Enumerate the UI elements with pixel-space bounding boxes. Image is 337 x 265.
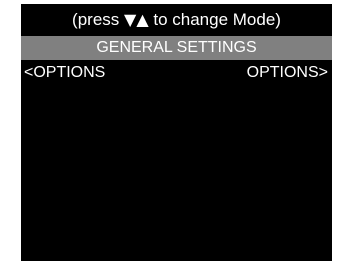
options-nav-row: <OPTIONS OPTIONS>: [21, 61, 332, 85]
previous-options-button[interactable]: <OPTIONS: [24, 61, 105, 85]
hint-prefix: (press: [72, 10, 125, 29]
device-screen: (press ▼▲ to change Mode) GENERAL SETTIN…: [21, 4, 332, 261]
page-title: GENERAL SETTINGS: [21, 36, 332, 60]
hint-suffix: to change Mode): [148, 10, 281, 29]
next-options-button[interactable]: OPTIONS>: [247, 61, 328, 85]
up-arrow-icon: ▲: [136, 10, 149, 29]
down-arrow-icon: ▼: [124, 10, 137, 29]
mode-change-hint: (press ▼▲ to change Mode): [21, 4, 332, 35]
